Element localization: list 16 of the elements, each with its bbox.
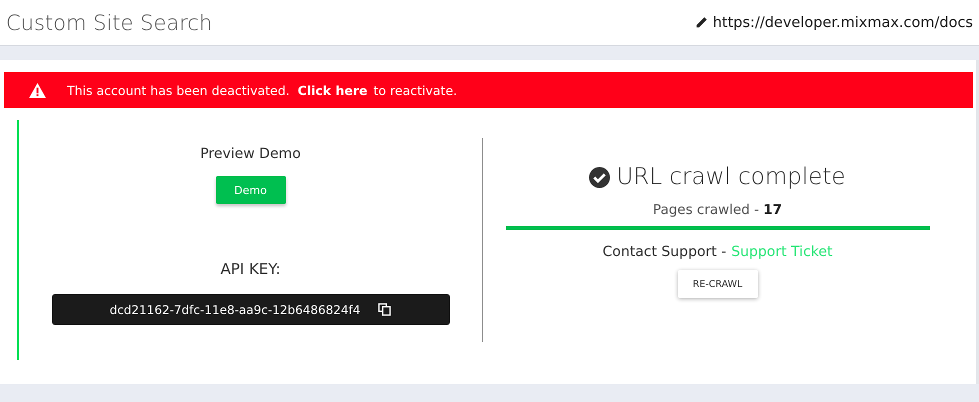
reactivate-link[interactable]: Click here [298,82,368,98]
api-key-label: API KEY: [220,260,281,278]
pencil-icon [694,16,708,29]
check-circle-icon [589,166,610,188]
docs-link[interactable]: https://developer.mixmax.com/docs [694,14,973,30]
copy-icon[interactable] [378,303,392,316]
preview-heading: Preview Demo [200,146,301,162]
recrawl-button[interactable]: RE-CRAWL [678,270,758,298]
page-title: Custom Site Search [6,10,212,34]
contact-support-text: Contact Support - [602,244,726,260]
crawl-status: URL crawl complete [616,164,846,190]
pages-crawled: Pages crawled - 17 [652,202,782,218]
alert-message: This account has been deactivated. [67,82,290,98]
warning-icon [29,82,46,98]
api-key-field[interactable]: dcd21162-7dfc-11e8-aa9c-12b6486824f4 [52,294,450,325]
alert-suffix: to reactivate. [374,82,458,98]
